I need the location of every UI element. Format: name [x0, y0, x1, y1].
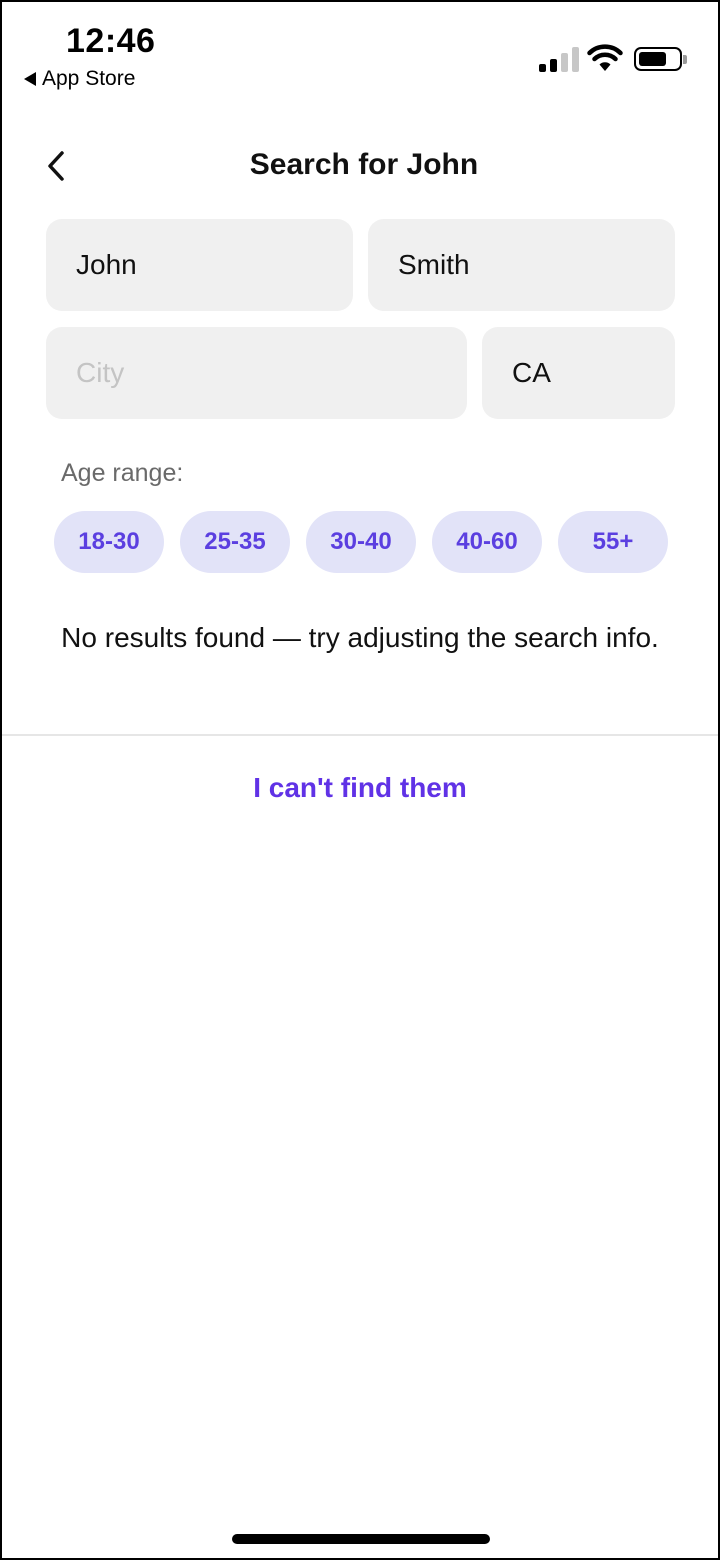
- age-chip-40-60[interactable]: 40-60: [432, 511, 542, 573]
- back-to-app-store-link[interactable]: App Store: [24, 67, 135, 91]
- phone-screen: 12:46 App Store Search for John Age rang…: [0, 0, 720, 1560]
- age-chip-18-30[interactable]: 18-30: [54, 511, 164, 573]
- cant-find-them-button[interactable]: I can't find them: [2, 772, 718, 804]
- cellular-signal-icon: [539, 46, 579, 72]
- age-range-label: Age range:: [61, 459, 184, 487]
- home-indicator[interactable]: [232, 1534, 490, 1544]
- age-chip-55-plus[interactable]: 55+: [558, 511, 668, 573]
- state-input[interactable]: [482, 327, 675, 419]
- back-to-app-label: App Store: [42, 67, 136, 90]
- age-range-chips: 18-30 25-35 30-40 40-60 55+: [54, 511, 668, 573]
- page-title: Search for John: [249, 148, 479, 181]
- battery-level-fill: [639, 52, 666, 66]
- first-name-input[interactable]: [46, 219, 353, 311]
- battery-icon: [634, 47, 687, 71]
- age-chip-30-40[interactable]: 30-40: [306, 511, 416, 573]
- no-results-message: No results found — try adjusting the sea…: [61, 622, 659, 653]
- divider: [2, 734, 718, 736]
- city-input[interactable]: [46, 327, 467, 419]
- back-triangle-icon: [24, 72, 36, 86]
- wifi-icon: [587, 44, 623, 71]
- status-time: 12:46: [66, 22, 156, 60]
- age-chip-25-35[interactable]: 25-35: [180, 511, 290, 573]
- last-name-input[interactable]: [368, 219, 675, 311]
